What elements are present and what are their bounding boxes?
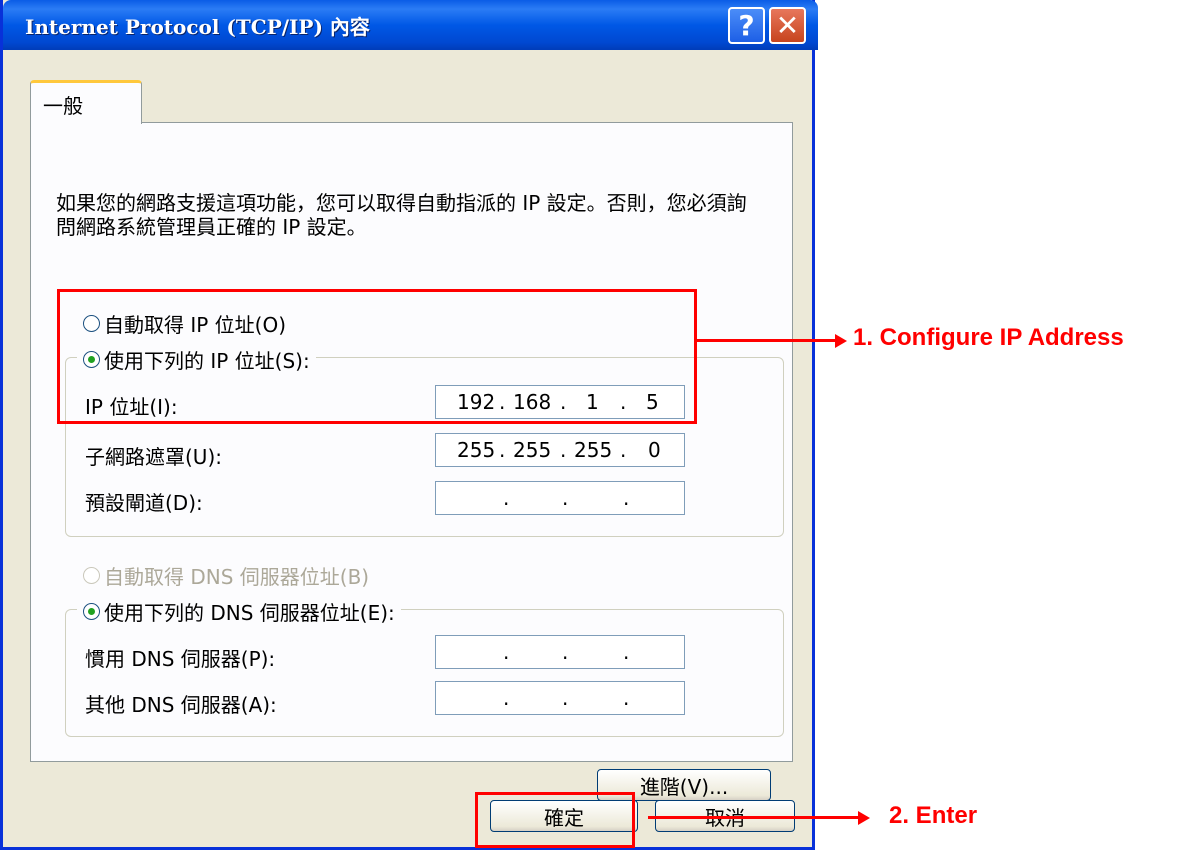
close-button[interactable]: ✕ [769,7,806,44]
close-icon: ✕ [775,8,800,42]
title-bar[interactable]: Internet Protocol (TCP/IP) 內容 ? ✕ [3,0,818,50]
dialog-body: 一般 如果您的網路支援這項功能，您可以取得自動指派的 IP 設定。否則，您必須詢… [15,52,805,842]
default-gateway-label: 預設閘道(D): [85,491,203,515]
tcpip-properties-dialog: Internet Protocol (TCP/IP) 內容 ? ✕ 一般 如果您… [0,0,818,850]
manual-dns-label: 使用下列的 DNS 伺服器位址(E): [104,601,395,625]
help-icon: ? [738,8,755,42]
manual-dns-option[interactable]: 使用下列的 DNS 伺服器位址(E): [77,597,401,626]
subnet-mask-input[interactable]: 255 . 255 . 255 . 0 [435,433,685,467]
tab-general-label: 一般 [43,94,83,118]
manual-dns-radio[interactable] [83,603,100,620]
help-button[interactable]: ? [728,7,765,44]
alternate-dns-input[interactable]: . . . [435,681,685,715]
preferred-dns-label: 慣用 DNS 伺服器(P): [85,647,276,671]
auto-dns-label: 自動取得 DNS 伺服器位址(B) [104,565,370,589]
mask-octet-3: 255 [574,438,613,462]
alternate-dns-label: 其他 DNS 伺服器(A): [85,693,277,717]
default-gateway-input[interactable]: . . . [435,481,685,515]
step1-arrow-line [697,339,837,342]
step1-annotation: 1. Configure IP Address [853,324,1124,351]
mask-octet-1: 255 [457,438,496,462]
step2-arrow-line [648,816,860,819]
ip-config-highlight-box [57,289,697,424]
mask-octet-4: 0 [648,438,661,462]
preferred-dns-input[interactable]: . . . [435,635,685,669]
window-title: Internet Protocol (TCP/IP) 內容 [25,15,370,39]
step1-arrow-icon [835,334,847,348]
step2-arrow-icon [858,811,870,825]
subnet-mask-label: 子網路遮罩(U): [85,445,222,469]
auto-dns-radio[interactable] [83,567,100,584]
step2-annotation: 2. Enter [889,802,978,829]
mask-octet-2: 255 [513,438,552,462]
tab-general[interactable]: 一般 [30,80,142,124]
ok-button-highlight-box [475,792,635,848]
advanced-button-label: 進階(V)... [639,774,729,799]
description-text: 如果您的網路支援這項功能，您可以取得自動指派的 IP 設定。否則，您必須詢問網路… [56,191,747,239]
general-tab-panel: 如果您的網路支援這項功能，您可以取得自動指派的 IP 設定。否則，您必須詢問網路… [30,122,793,801]
auto-dns-option[interactable]: 自動取得 DNS 伺服器位址(B) [83,561,369,590]
